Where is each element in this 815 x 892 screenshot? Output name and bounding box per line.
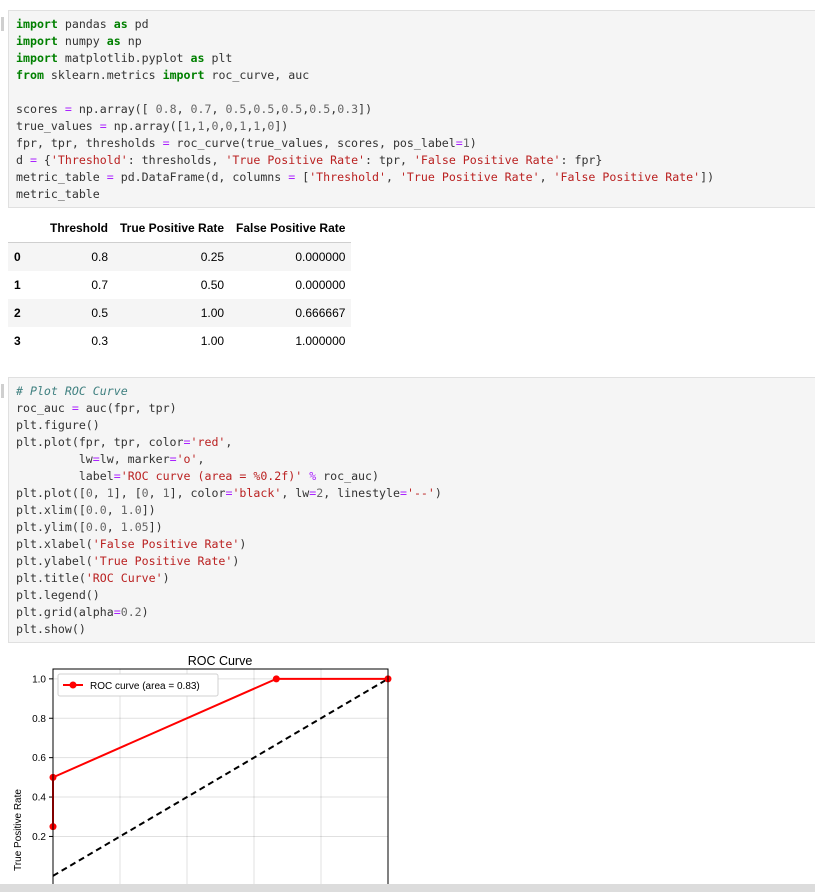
code-line: plt.xlabel('False Positive Rate') <box>16 537 247 551</box>
code-line: metric_table = pd.DataFrame(d, columns =… <box>16 170 715 184</box>
code-editor-1[interactable]: import pandas as pd import numpy as np imp… <box>9 11 815 203</box>
code-line: plt.ylabel('True Positive Rate') <box>16 554 240 568</box>
row-index: 0 <box>8 242 32 271</box>
cell-threshold: 0.7 <box>91 278 108 292</box>
code-line: plt.show() <box>16 622 86 636</box>
cell-gutter-marker <box>1 17 4 31</box>
row-index: 2 <box>8 299 32 327</box>
code-line: true_values = np.array([1,1,0,0,1,1,0]) <box>16 119 289 133</box>
chart-title: ROC Curve <box>188 654 253 668</box>
y-tick-label: 0.4 <box>32 793 46 804</box>
code-line: plt.figure() <box>16 418 100 432</box>
code-line: import matplotlib.pyplot as plt <box>16 51 233 65</box>
code-line: plt.legend() <box>16 588 100 602</box>
cell-threshold: 0.8 <box>32 242 114 271</box>
row-index: 1 <box>14 278 21 292</box>
code-line: import pandas as pd <box>16 17 149 31</box>
dataframe-output: Threshold True Positive Rate False Posit… <box>8 214 352 355</box>
cell-tpr: 0.25 <box>114 242 231 271</box>
cell-tpr: 1.00 <box>200 334 225 348</box>
code-line: plt.grid(alpha=0.2) <box>16 605 149 619</box>
code-line: d = {'Threshold': thresholds, 'True Posi… <box>16 153 603 167</box>
table-row: 0 0.8 0.25 0.000000 <box>8 242 352 271</box>
y-axis-ticks: 0.2 0.4 0.6 0.8 1.0 <box>32 674 53 843</box>
code-line: roc_auc = auc(fpr, tpr) <box>16 401 177 415</box>
column-header-fpr: False Positive Rate <box>230 214 352 243</box>
code-line: # Plot ROC Curve <box>16 384 128 398</box>
legend-marker-sample <box>69 681 77 689</box>
legend-box: ROC curve (area = 0.83) <box>57 673 219 697</box>
chance-diagonal-line <box>52 677 389 877</box>
code-line: scores = np.array([ 0.8, 0.7, 0.5,0.5,0.… <box>16 102 373 116</box>
code-line: plt.ylim([0.0, 1.05]) <box>16 520 163 534</box>
roc-curve-chart: ROC Curve True Positive Rate 0.20.40.60.… <box>13 654 392 884</box>
row-index: 3 <box>14 334 21 348</box>
y-tick-label: 0.6 <box>32 753 46 764</box>
code-line: plt.plot([0, 1], [0, 1], color='black', … <box>16 486 442 500</box>
cell-fpr: 1.000000 <box>295 334 346 348</box>
code-line: import numpy as np <box>16 34 142 48</box>
index-header <box>8 214 32 243</box>
cell-tpr: 1.00 <box>114 299 231 327</box>
code-line: from sklearn.metrics import roc_curve, a… <box>16 68 310 82</box>
y-tick-label: 1.0 <box>32 674 46 685</box>
code-line: label='ROC curve (area = %0.2f)' % roc_a… <box>16 469 379 483</box>
cell-threshold: 0.5 <box>32 299 114 327</box>
table-row: 1 0.7 0.50 0.000000 <box>8 271 351 299</box>
cell-gutter-marker <box>1 384 4 398</box>
code-line: plt.xlim([0.0, 1.0]) <box>16 503 156 517</box>
table-row: 3 0.3 1.00 1.000000 <box>8 327 351 355</box>
code-editor-2[interactable]: # Plot ROC Curve roc_auc = auc(fpr, tpr) p… <box>9 378 815 638</box>
roc-point-marker <box>272 675 280 683</box>
table-header-row: Threshold True Positive Rate False Posit… <box>8 214 352 243</box>
legend-label: ROC curve (area = 0.83) <box>90 681 200 692</box>
table-row: 2 0.5 1.00 0.666667 <box>8 299 352 327</box>
y-tick-label: 0.2 <box>32 832 46 843</box>
plot-series <box>49 675 392 877</box>
cell-fpr: 0.000000 <box>295 278 346 292</box>
code-line: fpr, tpr, thresholds = roc_curve(true_va… <box>16 136 477 150</box>
cell-tpr: 0.50 <box>200 278 225 292</box>
cell-threshold: 0.3 <box>91 334 108 348</box>
code-line: plt.title('ROC Curve') <box>16 571 170 585</box>
horizontal-scrollbar[interactable] <box>0 884 815 892</box>
y-tick-label: 0.8 <box>32 714 46 725</box>
code-cell-plot[interactable]: # Plot ROC Curve roc_auc = auc(fpr, tpr) p… <box>1 377 815 643</box>
cell-fpr: 0.000000 <box>230 242 352 271</box>
code-line: lw=lw, marker='o', <box>16 452 205 466</box>
cell-fpr: 0.666667 <box>230 299 352 327</box>
roc-curve-line <box>52 677 388 827</box>
code-cell-imports[interactable]: import pandas as pd import numpy as np imp… <box>1 10 815 208</box>
code-line: metric_table <box>16 187 100 201</box>
y-axis-label: True Positive Rate <box>13 789 24 871</box>
column-header-threshold: Threshold <box>32 214 114 243</box>
column-header-tpr: True Positive Rate <box>114 214 231 243</box>
code-line: plt.plot(fpr, tpr, color='red', <box>16 435 233 449</box>
